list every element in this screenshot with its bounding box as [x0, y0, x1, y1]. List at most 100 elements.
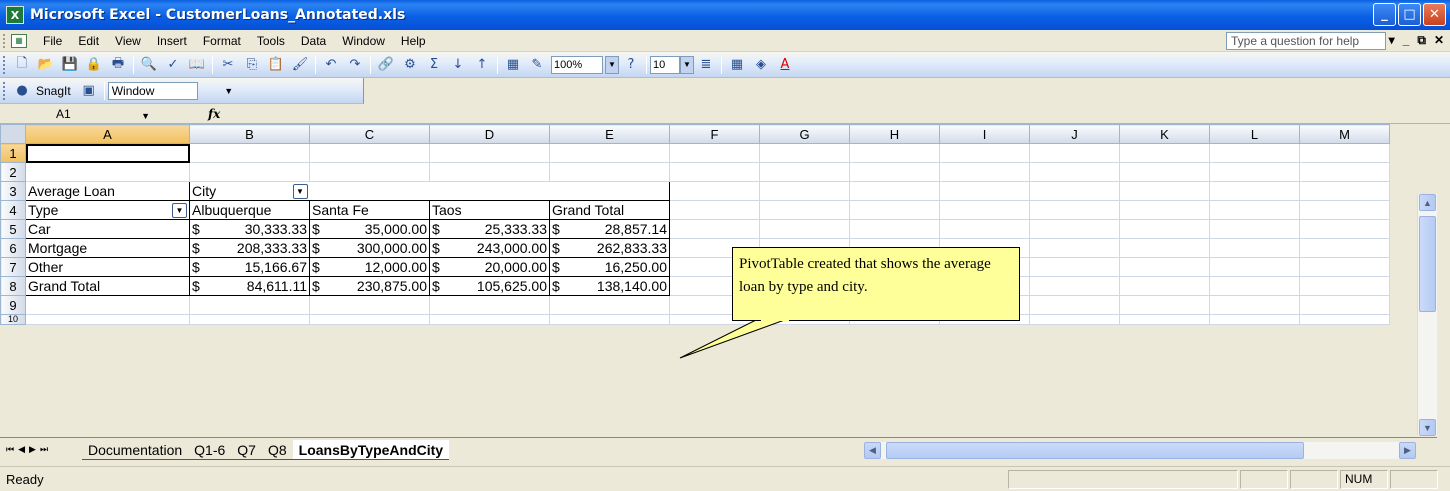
pivot-column-field-dropdown-icon[interactable]: ▼	[292, 184, 308, 199]
fill-color-icon[interactable]: ◈	[750, 54, 772, 76]
cell[interactable]	[1209, 219, 1300, 239]
cell[interactable]	[939, 181, 1030, 201]
row-header-3[interactable]: 3	[0, 181, 26, 201]
cell[interactable]	[1119, 200, 1210, 220]
cell[interactable]	[1299, 200, 1390, 220]
horizontal-scrollbar[interactable]: ◀ ▶	[864, 442, 1416, 459]
insert-function-icon[interactable]: fx	[208, 107, 220, 121]
cut-icon[interactable]: ✂	[217, 54, 239, 76]
autosum-icon[interactable]: Σ	[423, 54, 445, 76]
pivot-value-cell[interactable]: $243,000.00	[429, 238, 550, 258]
cell[interactable]	[939, 143, 1030, 163]
pivot-value-cell[interactable]: $84,611.11	[189, 276, 310, 296]
cell[interactable]	[849, 143, 940, 163]
cell[interactable]	[1029, 200, 1120, 220]
pivot-row-field[interactable]: Type ▼	[25, 200, 190, 220]
pivot-row-label[interactable]: Mortgage	[25, 238, 190, 258]
cell[interactable]	[1029, 295, 1120, 315]
menu-data[interactable]: Data	[293, 34, 334, 48]
cell[interactable]	[189, 295, 310, 315]
menu-file[interactable]: File	[35, 34, 70, 48]
snagit-settings-icon[interactable]: ▣	[78, 80, 100, 102]
tab-q7[interactable]: Q7	[231, 440, 262, 460]
column-header-c[interactable]: C	[309, 124, 430, 144]
vertical-scrollbar[interactable]: ▲ ▼	[1417, 194, 1437, 436]
cell[interactable]	[309, 143, 430, 163]
permission-icon[interactable]: 🔒	[83, 54, 105, 76]
paste-icon[interactable]: 📋	[265, 54, 287, 76]
cell[interactable]	[189, 162, 310, 182]
cell[interactable]	[849, 181, 940, 201]
cell[interactable]	[1209, 276, 1300, 296]
pivot-row-label[interactable]: Grand Total	[25, 276, 190, 296]
redo-icon[interactable]: ↷	[344, 54, 366, 76]
name-box-dropdown-icon[interactable]: ▼	[141, 107, 150, 125]
pivot-column-item[interactable]: Taos	[429, 200, 550, 220]
cell[interactable]	[1209, 162, 1300, 182]
cell[interactable]	[1119, 276, 1210, 296]
column-header-f[interactable]: F	[669, 124, 760, 144]
chart-wizard-icon[interactable]: ▦	[502, 54, 524, 76]
row-header-6[interactable]: 6	[0, 238, 26, 258]
sort-descending-icon[interactable]: ↑	[471, 54, 493, 76]
cell[interactable]	[1299, 276, 1390, 296]
cell[interactable]	[1119, 219, 1210, 239]
cell[interactable]	[849, 219, 940, 239]
snagit-button[interactable]: SnagIt	[36, 84, 71, 98]
last-sheet-icon[interactable]: ⏭	[40, 444, 48, 455]
cell[interactable]	[1299, 257, 1390, 277]
tab-q8[interactable]: Q8	[261, 440, 293, 460]
save-icon[interactable]: 💾	[59, 54, 81, 76]
cell[interactable]	[309, 181, 430, 201]
cell[interactable]	[1299, 314, 1390, 325]
help-search-input[interactable]: Type a question for help	[1226, 32, 1386, 50]
cell[interactable]	[549, 314, 670, 325]
pivot-column-field[interactable]: City ▼	[189, 181, 310, 201]
cell[interactable]	[309, 314, 430, 325]
pivot-value-cell[interactable]: $300,000.00	[309, 238, 430, 258]
row-header-5[interactable]: 5	[0, 219, 26, 239]
row-header-9[interactable]: 9	[0, 295, 26, 315]
menu-view[interactable]: View	[107, 34, 149, 48]
cell[interactable]	[1299, 219, 1390, 239]
cell[interactable]	[25, 295, 190, 315]
print-icon[interactable]: 🖶	[107, 54, 129, 76]
open-icon[interactable]: 📂	[35, 54, 57, 76]
cell[interactable]	[669, 143, 760, 163]
row-header-1[interactable]: 1	[0, 143, 26, 163]
menu-tools[interactable]: Tools	[249, 34, 293, 48]
column-header-m[interactable]: M	[1299, 124, 1390, 144]
cell[interactable]	[939, 162, 1030, 182]
scroll-left-icon[interactable]: ◀	[864, 442, 881, 459]
cell[interactable]	[1029, 238, 1120, 258]
cell[interactable]	[549, 162, 670, 182]
pivot-column-item[interactable]: Grand Total	[549, 200, 670, 220]
cell[interactable]	[1299, 238, 1390, 258]
copy-icon[interactable]: ⎘	[241, 54, 263, 76]
workbook-restore-button[interactable]: ⧉	[1417, 33, 1426, 48]
cell[interactable]	[1029, 276, 1120, 296]
tab-q1-6[interactable]: Q1-6	[188, 440, 232, 460]
cell[interactable]	[759, 143, 850, 163]
align-icon[interactable]: ≣	[695, 54, 717, 76]
scroll-up-icon[interactable]: ▲	[1419, 194, 1436, 211]
column-header-e[interactable]: E	[549, 124, 670, 144]
previous-sheet-icon[interactable]: ◀	[18, 444, 25, 455]
cell[interactable]	[669, 200, 760, 220]
column-header-h[interactable]: H	[849, 124, 940, 144]
cell[interactable]	[1209, 238, 1300, 258]
cell[interactable]	[1119, 314, 1210, 325]
column-header-d[interactable]: D	[429, 124, 550, 144]
cell[interactable]	[669, 162, 760, 182]
cell[interactable]	[189, 314, 310, 325]
snagit-capture-icon[interactable]: ●	[11, 80, 33, 102]
column-header-i[interactable]: I	[939, 124, 1030, 144]
menu-help[interactable]: Help	[393, 34, 434, 48]
cell[interactable]	[1029, 219, 1120, 239]
cell[interactable]	[1119, 238, 1210, 258]
pivot-value-cell[interactable]: $30,333.33	[189, 219, 310, 239]
borders-icon[interactable]: ▦	[726, 54, 748, 76]
workbook-icon[interactable]: ▦	[11, 33, 27, 48]
cell-a1[interactable]	[25, 143, 190, 163]
pivot-value-cell[interactable]: $25,333.33	[429, 219, 550, 239]
